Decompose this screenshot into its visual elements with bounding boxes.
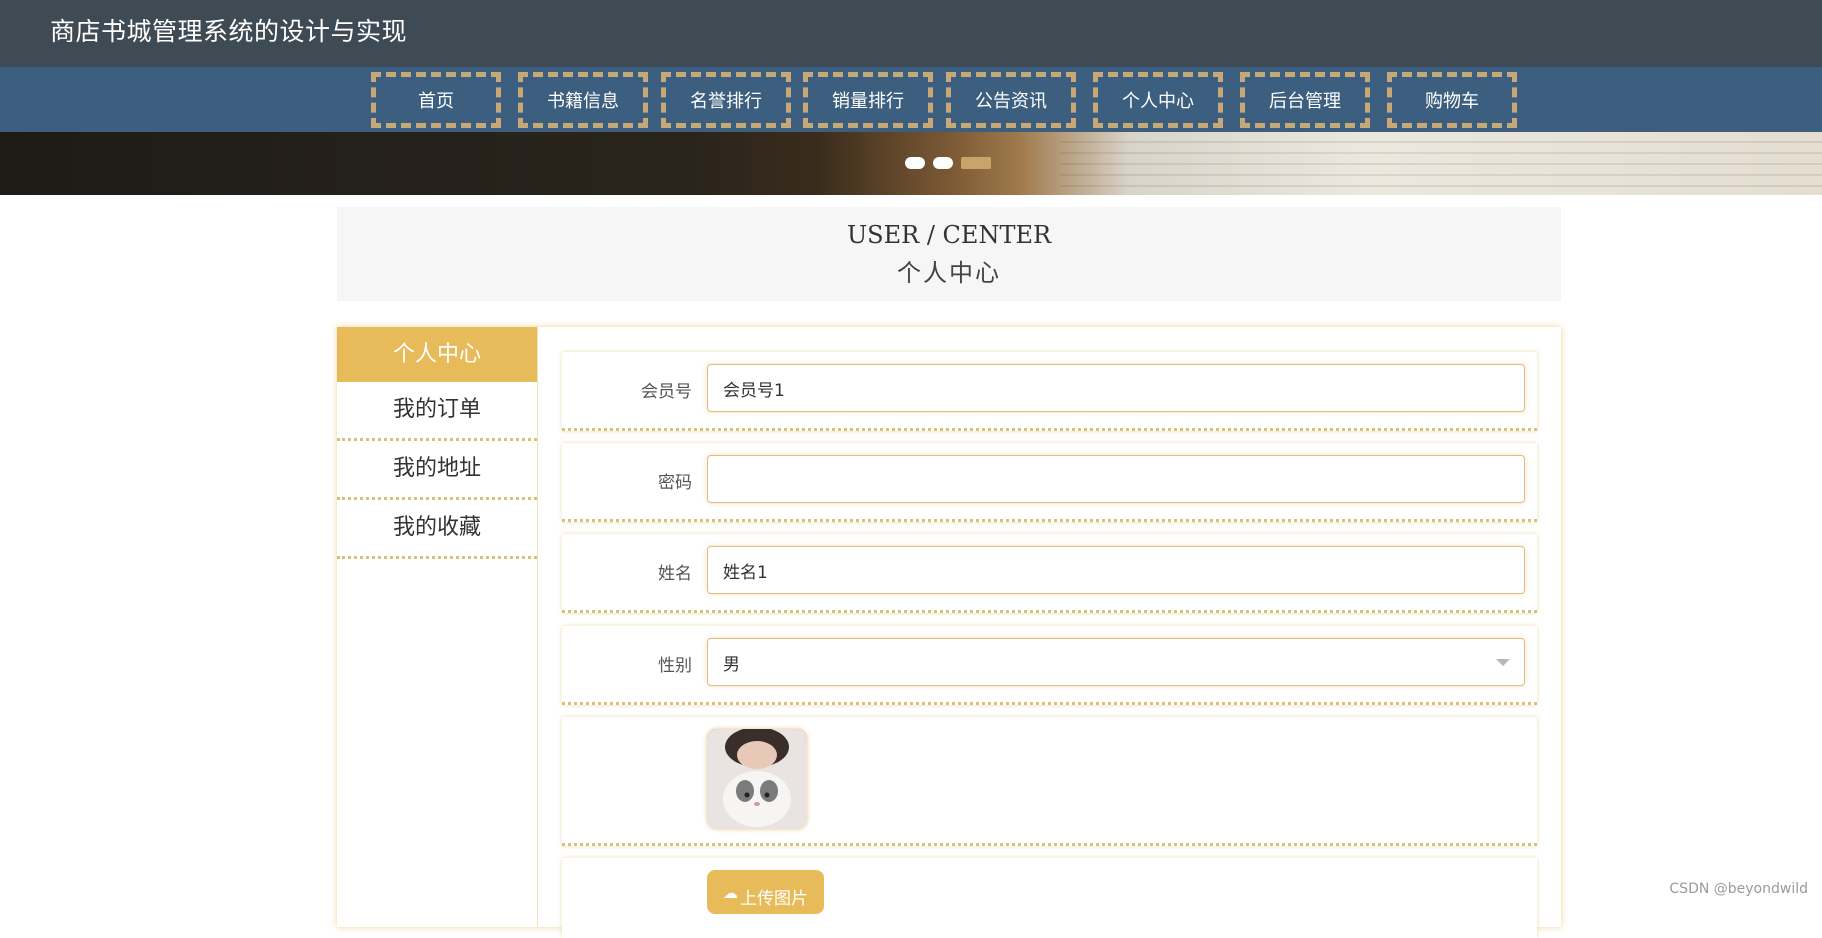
form-row-name: 姓名: [562, 534, 1537, 613]
gender-selected-value: 男: [723, 654, 740, 675]
nav-sales-ranking[interactable]: 销量排行: [803, 72, 933, 128]
nav-announcements[interactable]: 公告资讯: [946, 72, 1076, 128]
gender-select[interactable]: 男: [707, 638, 1525, 686]
gender-label: 性别: [658, 656, 692, 676]
carousel-indicators: [905, 157, 991, 169]
watermark-text: CSDN @beyondwild: [1669, 881, 1808, 897]
carousel-dot-1[interactable]: [905, 157, 925, 169]
password-label: 密码: [658, 473, 692, 493]
main-nav: 首页 书籍信息 名誉排行 销量排行 公告资讯 个人中心 后台管理 购物车: [0, 67, 1822, 132]
user-sidebar: 个人中心 我的订单 我的地址 我的收藏: [337, 327, 538, 927]
member-no-label: 会员号: [641, 382, 692, 402]
form-row-upload: ☁ 上传图片: [562, 858, 1537, 938]
section-heading: USER / CENTER 个人中心: [337, 207, 1561, 301]
nav-user-center[interactable]: 个人中心: [1093, 72, 1223, 128]
nav-admin[interactable]: 后台管理: [1240, 72, 1370, 128]
nav-book-info[interactable]: 书籍信息: [518, 72, 648, 128]
carousel-dot-2[interactable]: [933, 157, 953, 169]
sidebar-item-user-center[interactable]: 个人中心: [337, 327, 537, 382]
upload-button-label: 上传图片: [740, 889, 808, 909]
sheet-music-image: [1060, 132, 1822, 195]
form-row-avatar: [562, 717, 1537, 846]
top-header: 商店书城管理系统的设计与实现: [0, 0, 1822, 67]
sidebar-item-my-address[interactable]: 我的地址: [337, 441, 537, 500]
form-row-password: 密码: [562, 443, 1537, 522]
chevron-down-icon: [1496, 659, 1510, 666]
member-no-input[interactable]: [707, 364, 1525, 412]
section-title-en: USER / CENTER: [846, 221, 1052, 249]
avatar-photo-icon: [707, 729, 807, 829]
nav-cart[interactable]: 购物车: [1387, 72, 1517, 128]
avatar-image: [707, 729, 807, 829]
sidebar-item-my-favorites[interactable]: 我的收藏: [337, 500, 537, 559]
password-input[interactable]: [707, 455, 1525, 503]
upload-image-button[interactable]: ☁ 上传图片: [707, 870, 824, 914]
nav-home[interactable]: 首页: [371, 72, 501, 128]
nav-reputation-ranking[interactable]: 名誉排行: [661, 72, 791, 128]
site-title: 商店书城管理系统的设计与实现: [50, 17, 408, 46]
name-label: 姓名: [658, 564, 692, 584]
sidebar-item-my-orders[interactable]: 我的订单: [337, 382, 537, 441]
form-row-gender: 性别 男: [562, 626, 1537, 705]
cloud-upload-icon: ☁: [723, 884, 738, 902]
user-center-panel: 个人中心 我的订单 我的地址 我的收藏 会员号 密码 姓名 性别 男: [337, 327, 1561, 938]
carousel-dot-3[interactable]: [961, 157, 991, 169]
form-row-member-no: 会员号: [562, 352, 1537, 431]
section-title-cn: 个人中心: [897, 259, 1001, 287]
name-input[interactable]: [707, 546, 1525, 594]
